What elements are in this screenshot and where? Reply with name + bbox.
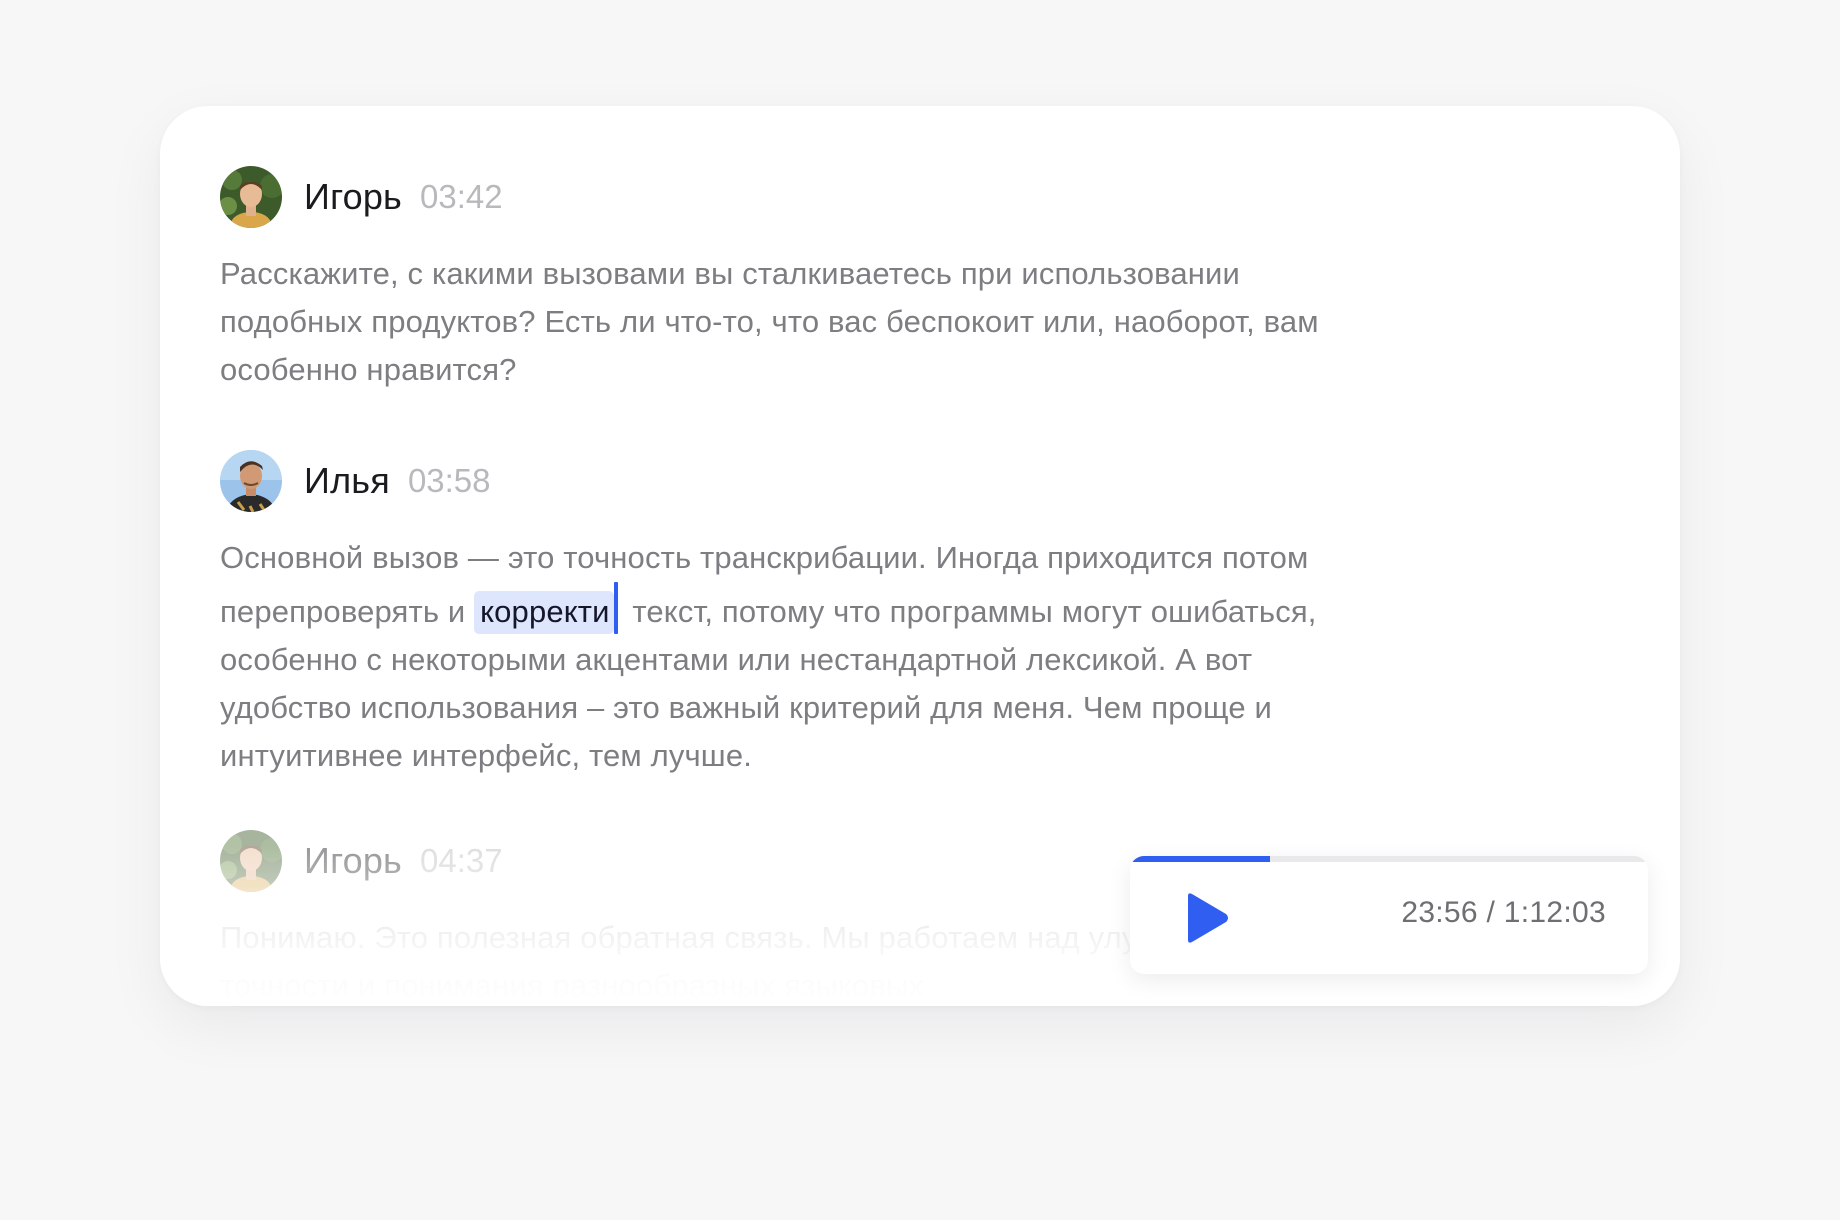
avatar-igor[interactable] <box>220 830 282 892</box>
message-timestamp[interactable]: 03:58 <box>408 462 491 500</box>
avatar-ilya[interactable] <box>220 450 282 512</box>
message-2: Илья 03:58 Основной вызов — это точность… <box>220 450 1380 780</box>
speaker-name: Илья <box>304 460 390 501</box>
speaker-name: Игорь <box>304 840 403 881</box>
avatar-igor[interactable] <box>220 166 282 228</box>
message-text[interactable]: Основной вызов — это точность транскриба… <box>220 534 1380 780</box>
audio-player: 23:56 / 1:12:03 <box>1130 856 1648 974</box>
message-timestamp[interactable]: 04:37 <box>420 842 503 880</box>
selected-word-highlight[interactable]: корректи <box>474 591 614 634</box>
progress-track[interactable] <box>1130 856 1648 862</box>
message-timestamp[interactable]: 03:42 <box>420 178 503 216</box>
message-1: Игорь 03:42 Расскажите, с какими вызовам… <box>220 166 1380 394</box>
play-button[interactable] <box>1180 890 1232 946</box>
text-cursor <box>613 582 618 634</box>
playback-time: 23:56 / 1:12:03 <box>1401 896 1606 929</box>
speaker-name: Игорь <box>304 176 403 217</box>
progress-fill <box>1130 856 1270 862</box>
message-header: Игорь 03:42 <box>220 166 1380 228</box>
message-text[interactable]: Расскажите, с какими вызовами вы сталкив… <box>220 250 1380 394</box>
play-icon <box>1188 893 1228 943</box>
message-header: Илья 03:58 <box>220 450 1380 512</box>
